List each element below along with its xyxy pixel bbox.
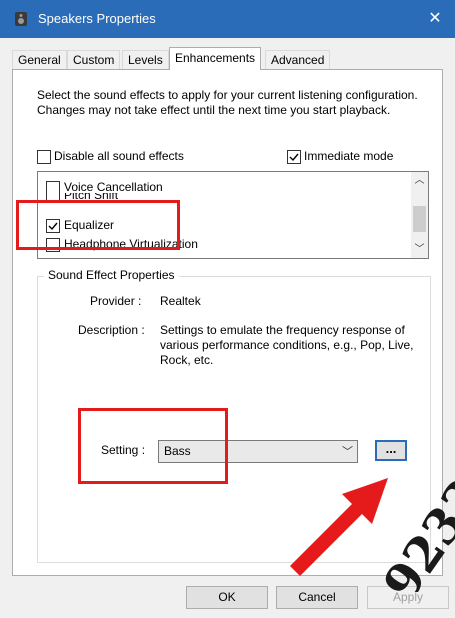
list-scrollbar[interactable]: ︿ ﹀	[411, 172, 428, 258]
tab-general[interactable]: General	[12, 50, 67, 69]
description-value: Settings to emulate the frequency respon…	[160, 323, 414, 367]
setting-highlight-box	[78, 408, 228, 484]
title-bar[interactable]: Speakers Properties ✕	[0, 0, 455, 38]
tab-advanced[interactable]: Advanced	[265, 50, 331, 69]
speaker-icon	[15, 12, 27, 26]
group-title: Sound Effect Properties	[44, 268, 179, 282]
speakers-properties-window: Speakers Properties ✕ General Custom Lev…	[0, 0, 455, 618]
description-label: Description :	[78, 323, 145, 337]
tab-enhancements[interactable]: Enhancements	[169, 47, 262, 70]
close-button[interactable]: ✕	[415, 0, 455, 38]
window-title: Speakers Properties	[38, 11, 156, 26]
check-icon	[289, 153, 299, 162]
ok-button[interactable]: OK	[186, 586, 268, 609]
watermark-logo: 9233	[373, 469, 455, 592]
disable-all-label: Disable all sound effects	[54, 149, 184, 163]
chevron-down-icon[interactable]: ﹀	[411, 241, 428, 258]
tab-custom[interactable]: Custom	[67, 50, 121, 69]
scroll-thumb[interactable]	[413, 206, 426, 232]
svg-text:9233: 9233	[373, 469, 455, 592]
provider-value: Realtek	[160, 294, 201, 308]
disable-all-checkbox[interactable]	[37, 150, 51, 164]
enhancements-description: Select the sound effects to apply for yo…	[37, 88, 418, 117]
equalizer-highlight-box	[16, 200, 180, 250]
list-item-label: Voice Cancellation	[64, 180, 163, 194]
provider-label: Provider :	[90, 294, 142, 308]
immediate-mode-checkbox[interactable]	[287, 150, 301, 164]
tab-levels[interactable]: Levels	[122, 50, 169, 69]
chevron-up-icon[interactable]: ︿	[411, 172, 428, 189]
immediate-mode-label: Immediate mode	[304, 149, 394, 163]
